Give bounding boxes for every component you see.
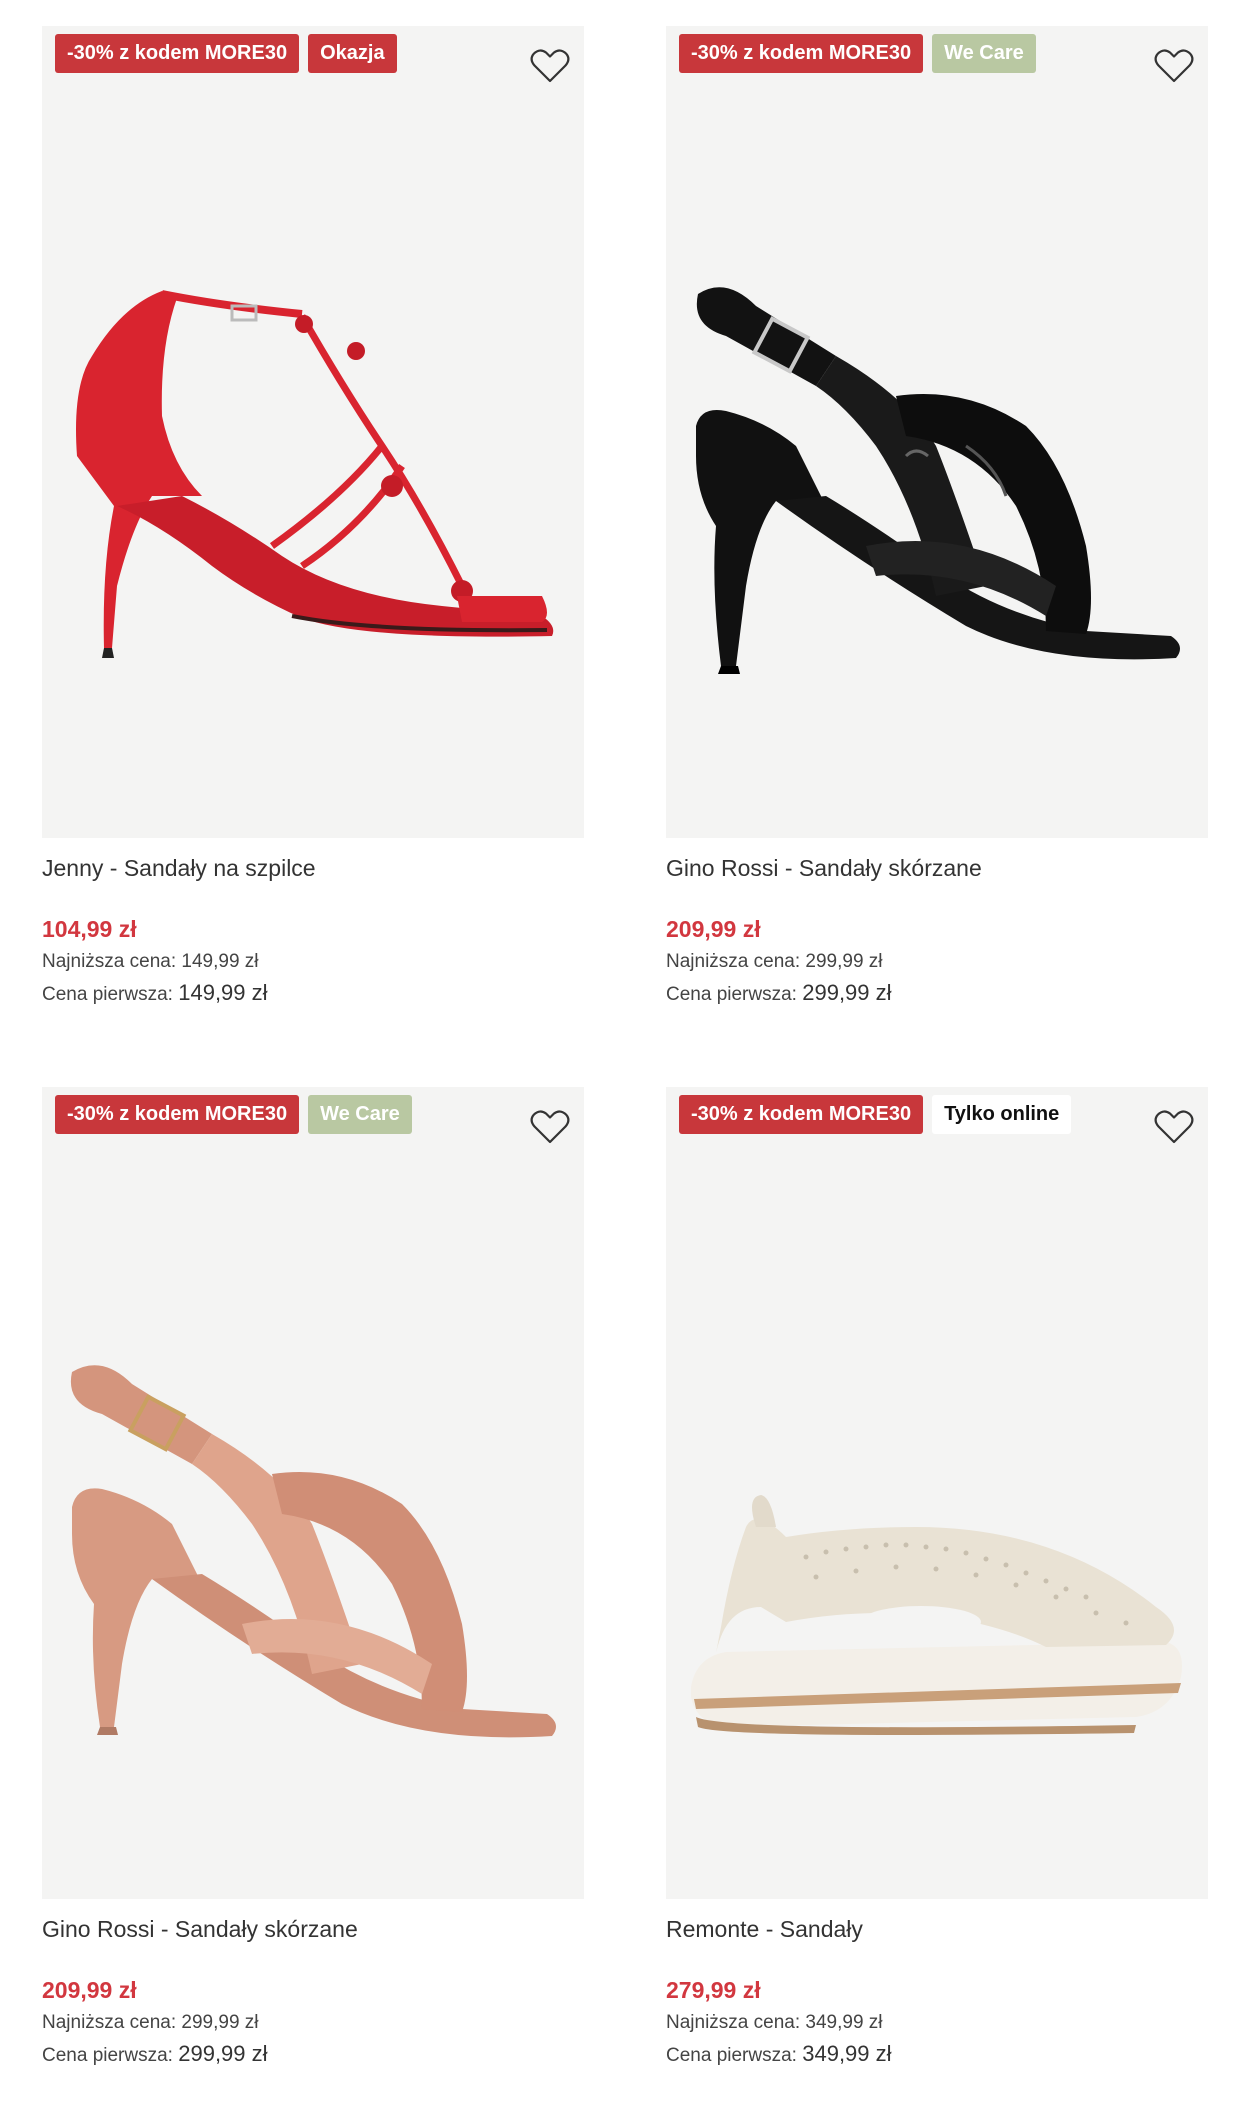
- badge-group: -30% z kodem MORE30 Tylko online: [679, 1095, 1072, 1134]
- promo-badge: -30% z kodem MORE30: [679, 1095, 924, 1134]
- lowest-price: Najniższa cena: 299,99 zł: [42, 2007, 584, 2038]
- we-care-badge: We Care: [308, 1095, 412, 1134]
- first-price: Cena pierwsza: 299,99 zł: [666, 977, 1208, 1010]
- lowest-price-label: Najniższa cena:: [42, 2012, 177, 2033]
- heart-outline-icon[interactable]: [530, 1109, 570, 1145]
- lowest-price-label: Najniższa cena:: [666, 2012, 801, 2033]
- lowest-price-value: 149,99 zł: [181, 951, 259, 972]
- promo-badge: -30% z kodem MORE30: [679, 34, 924, 73]
- lowest-price: Najniższa cena: 149,99 zł: [42, 946, 584, 977]
- deal-badge: Okazja: [308, 34, 397, 73]
- product-image-link[interactable]: -30% z kodem MORE30 We Care: [42, 1087, 584, 1899]
- heart-outline-icon[interactable]: [1154, 48, 1194, 84]
- product-name[interactable]: Remonte - Sandały: [666, 1913, 1208, 1973]
- lowest-price-label: Najniższa cena:: [666, 951, 801, 972]
- product-name[interactable]: Gino Rossi - Sandały skórzane: [666, 852, 1208, 912]
- product-image: [70, 1365, 556, 1738]
- heart-outline-icon[interactable]: [1154, 1109, 1194, 1145]
- first-price-label: Cena pierwsza:: [42, 984, 173, 1005]
- online-only-badge: Tylko online: [932, 1095, 1072, 1134]
- product-image: [691, 1495, 1182, 1735]
- product-image-link[interactable]: -30% z kodem MORE30 We Care: [666, 26, 1208, 838]
- first-price-value: 149,99 zł: [178, 980, 268, 1005]
- product-image: [76, 290, 554, 658]
- first-price: Cena pierwsza: 299,99 zł: [42, 2038, 584, 2071]
- lowest-price-label: Najniższa cena:: [42, 951, 177, 972]
- product-image-link[interactable]: -30% z kodem MORE30 Okazja: [42, 26, 584, 838]
- promo-badge: -30% z kodem MORE30: [55, 1095, 300, 1134]
- product-price: 104,99 zł: [42, 916, 137, 942]
- we-care-badge: We Care: [932, 34, 1036, 73]
- product-card[interactable]: -30% z kodem MORE30 We Care Gino Rossi -…: [42, 1087, 584, 2071]
- lowest-price-value: 349,99 zł: [805, 2012, 883, 2033]
- first-price-label: Cena pierwsza:: [42, 2045, 173, 2066]
- lowest-price-value: 299,99 zł: [805, 951, 883, 972]
- badge-group: -30% z kodem MORE30 Okazja: [55, 34, 397, 73]
- product-name[interactable]: Gino Rossi - Sandały skórzane: [42, 1913, 584, 1973]
- first-price-value: 299,99 zł: [802, 980, 892, 1005]
- promo-badge: -30% z kodem MORE30: [55, 34, 300, 73]
- product-image-link[interactable]: -30% z kodem MORE30 Tylko online: [666, 1087, 1208, 1899]
- first-price: Cena pierwsza: 149,99 zł: [42, 977, 584, 1010]
- product-price: 279,99 zł: [666, 1977, 761, 2003]
- product-name[interactable]: Jenny - Sandały na szpilce: [42, 852, 584, 912]
- first-price-label: Cena pierwsza:: [666, 984, 797, 1005]
- product-card[interactable]: -30% z kodem MORE30 Okazja Jenny - Sanda…: [42, 26, 584, 1010]
- first-price-value: 299,99 zł: [178, 2041, 268, 2066]
- product-image: [696, 287, 1180, 674]
- first-price-value: 349,99 zł: [802, 2041, 892, 2066]
- product-card[interactable]: -30% z kodem MORE30 We Care Gino Rossi -…: [666, 26, 1208, 1010]
- lowest-price: Najniższa cena: 299,99 zł: [666, 946, 1208, 977]
- lowest-price: Najniższa cena: 349,99 zł: [666, 2007, 1208, 2038]
- product-price: 209,99 zł: [42, 1977, 137, 2003]
- first-price: Cena pierwsza: 349,99 zł: [666, 2038, 1208, 2071]
- lowest-price-value: 299,99 zł: [181, 2012, 259, 2033]
- product-price: 209,99 zł: [666, 916, 761, 942]
- heart-outline-icon[interactable]: [530, 48, 570, 84]
- product-card[interactable]: -30% z kodem MORE30 Tylko online Remonte…: [666, 1087, 1208, 2071]
- badge-group: -30% z kodem MORE30 We Care: [55, 1095, 412, 1134]
- first-price-label: Cena pierwsza:: [666, 2045, 797, 2066]
- badge-group: -30% z kodem MORE30 We Care: [679, 34, 1036, 73]
